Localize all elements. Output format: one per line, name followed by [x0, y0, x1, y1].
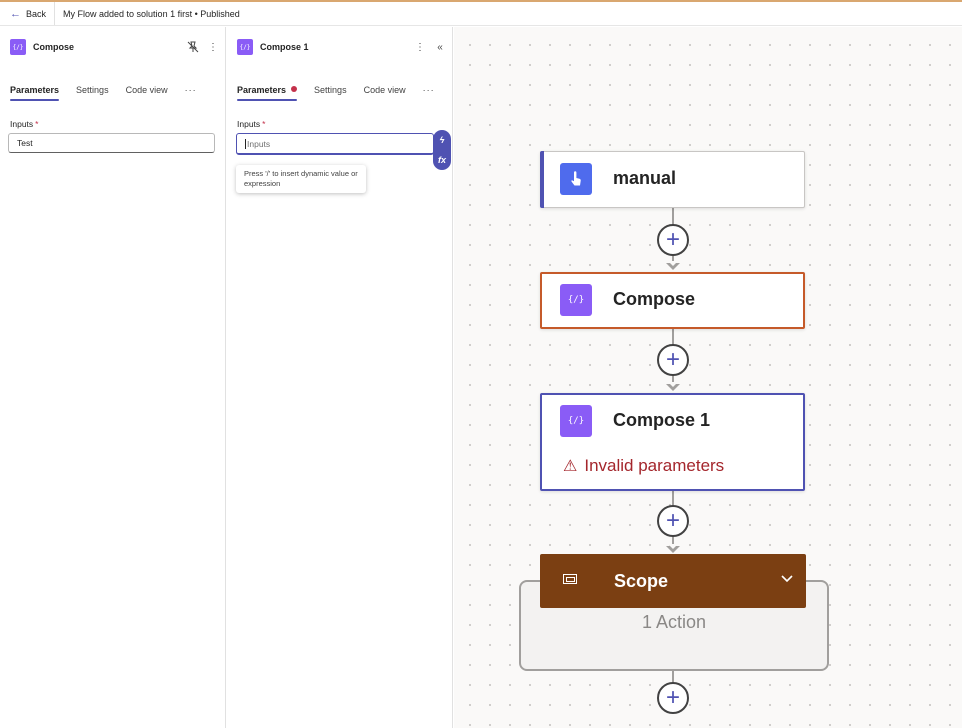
inputs-field[interactable]: Inputs	[236, 133, 434, 155]
compose-icon: {/}	[237, 39, 253, 55]
required-marker: *	[35, 119, 39, 129]
add-step-button[interactable]: +	[657, 505, 689, 537]
node-title: Compose	[613, 289, 696, 309]
more-tabs-icon[interactable]: ···	[423, 85, 435, 101]
inputs-value: Test	[17, 138, 33, 148]
unpin-icon[interactable]	[185, 39, 201, 55]
tab-settings[interactable]: Settings	[76, 85, 109, 101]
tab-parameters[interactable]: Parameters	[237, 85, 298, 101]
inputs-tooltip: Press '/' to insert dynamic value or exp…	[236, 165, 366, 193]
node-scope[interactable]: Scope	[540, 554, 806, 608]
warning-text: Invalid parameters	[584, 456, 725, 475]
compose-panel-title[interactable]: Compose	[33, 42, 185, 52]
node-warning: ⚠ Invalid parameters	[563, 456, 724, 476]
tab-code-view[interactable]: Code view	[126, 85, 168, 101]
inputs-label: Inputs *	[227, 119, 452, 129]
compose1-panel-header: {/} Compose 1 ⋮ «	[227, 27, 452, 67]
compose-panel-header: {/} Compose ⋮	[0, 27, 225, 67]
collapse-panel-icon[interactable]: «	[432, 39, 448, 55]
tab-parameters[interactable]: Parameters	[10, 85, 60, 101]
add-step-button[interactable]: +	[657, 224, 689, 256]
node-title: manual	[613, 168, 677, 188]
dynamic-content-icon[interactable]: ϟ	[440, 135, 445, 145]
node-compose[interactable]: {/} Compose	[540, 272, 805, 329]
trigger-hand-icon	[560, 163, 592, 195]
scope-action-count: 1 Action	[641, 612, 707, 632]
back-label: Back	[26, 8, 47, 19]
node-compose-1[interactable]: {/} Compose 1 ⚠ Invalid parameters	[540, 393, 805, 491]
tab-parameters-label: Parameters	[237, 85, 287, 95]
node-title: Compose 1	[613, 410, 711, 430]
top-bar: ← Back My Flow added to solution 1 first…	[0, 0, 962, 26]
connector-arrow-icon	[666, 544, 680, 553]
connector-arrow-icon	[666, 382, 680, 391]
compose-panel: {/} Compose ⋮ Parameters Settings Code v…	[0, 27, 226, 728]
back-button[interactable]: ← Back	[0, 2, 56, 25]
inputs-field[interactable]: Test	[8, 133, 215, 153]
inputs-label-text: Inputs	[10, 119, 34, 129]
compose-icon: {/}	[560, 284, 592, 316]
compose1-tabs: Parameters Settings Code view ···	[227, 75, 452, 101]
back-arrow-icon: ←	[10, 7, 21, 20]
inputs-placeholder: Inputs	[247, 138, 271, 149]
compose1-panel: {/} Compose 1 ⋮ « Parameters Settings Co…	[227, 27, 453, 728]
text-caret	[245, 138, 246, 149]
error-dot-icon	[291, 86, 298, 92]
chevron-down-icon[interactable]	[780, 570, 794, 586]
token-picker-toolbar: ϟ fx	[433, 130, 451, 170]
scope-icon	[563, 574, 577, 584]
inputs-label: Inputs *	[0, 119, 225, 129]
node-title: Scope	[614, 571, 669, 591]
more-options-icon[interactable]: ⋮	[205, 39, 221, 55]
compose-icon: {/}	[560, 405, 592, 437]
flow-title: My Flow added to solution 1 first • Publ…	[63, 8, 240, 19]
tab-code-view[interactable]: Code view	[364, 85, 406, 101]
node-manual[interactable]: manual	[540, 151, 805, 208]
warning-icon: ⚠	[563, 458, 578, 475]
tab-settings[interactable]: Settings	[314, 85, 347, 101]
more-options-icon[interactable]: ⋮	[412, 39, 428, 55]
add-step-button[interactable]: +	[657, 682, 689, 714]
compose1-panel-title[interactable]: Compose 1	[260, 42, 412, 52]
compose-tabs: Parameters Settings Code view ···	[0, 75, 225, 101]
add-step-button[interactable]: +	[657, 344, 689, 376]
connector-arrow-icon	[666, 261, 680, 270]
inputs-label-text: Inputs	[237, 119, 261, 129]
more-tabs-icon[interactable]: ···	[185, 85, 197, 101]
expression-fx-icon[interactable]: fx	[438, 155, 446, 165]
compose-icon: {/}	[10, 39, 26, 55]
selection-accent	[540, 151, 544, 208]
required-marker: *	[262, 119, 266, 129]
